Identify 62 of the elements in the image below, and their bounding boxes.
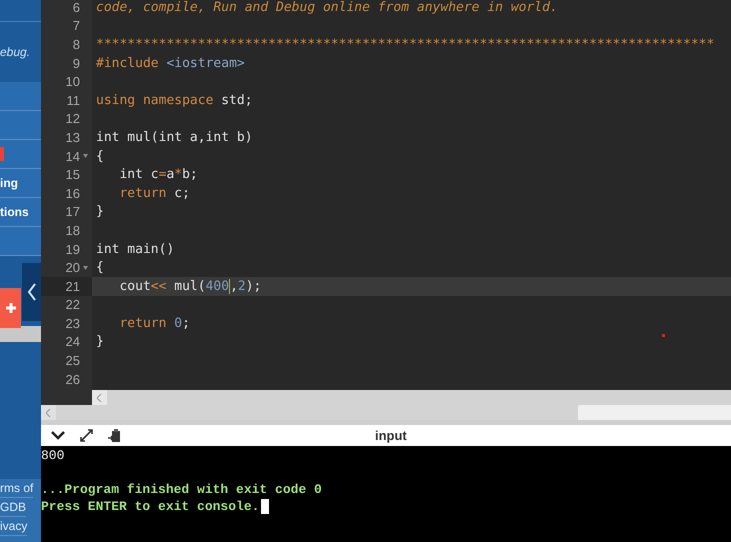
line-number: 17 (66, 204, 80, 220)
code-line: } (96, 334, 104, 350)
footer-link[interactable]: ivacy (0, 517, 28, 536)
sidebar-item[interactable]: tions (0, 203, 29, 221)
code-line: return c; (118, 186, 190, 201)
horizontal-scrollbar[interactable] (41, 405, 731, 420)
sidebar-item[interactable]: ing (0, 174, 18, 192)
code-line: ******************************************************************************* (96, 36, 714, 52)
line-number: 13 (66, 130, 80, 145)
code-line: int main() (96, 242, 174, 257)
code-line: int mul(int a,int b) (96, 130, 253, 145)
plus-icon (4, 302, 16, 314)
expand-icon[interactable] (79, 428, 94, 443)
console-title: input (375, 427, 407, 445)
text-cursor (261, 499, 270, 514)
fold-arrow-icon[interactable] (82, 154, 88, 158)
console-panel[interactable]: 800 ...Program finished with exit code 0 Press ENTER to exit console. (41, 446, 731, 542)
footer-link[interactable]: GDB (0, 498, 26, 517)
line-number: 21 (66, 278, 80, 294)
scrollbar-thumb[interactable] (578, 405, 731, 420)
panel-strip (0, 326, 41, 342)
line-number: 9 (72, 56, 80, 71)
chevron-down-icon[interactable] (51, 431, 65, 440)
chevron-left-icon (46, 408, 51, 416)
line-number: 8 (72, 36, 80, 52)
code-line: { (96, 148, 104, 164)
code-line: cout<< mul(400,2); (118, 278, 262, 294)
code-line: code, compile, Run and Debug online from anywhere in world. (96, 0, 558, 15)
tagline-text: ebug. (0, 44, 30, 61)
line-number: 26 (66, 372, 80, 387)
line-number: 23 (66, 316, 80, 331)
chevron-left-icon (97, 394, 102, 402)
line-number: 11 (66, 92, 80, 108)
line-number: 10 (66, 74, 80, 90)
code-line: return 0; (118, 316, 190, 331)
console-line: 800 (41, 447, 64, 464)
code-line: int c=a*b; (118, 167, 198, 182)
line-number: 18 (66, 222, 80, 238)
fold-arrow-icon[interactable] (82, 266, 88, 270)
line-number: 7 (72, 18, 80, 34)
console-line: ...Program finished with exit code 0 (41, 481, 322, 498)
code-line: using namespace std; (96, 92, 253, 108)
collapse-button[interactable] (22, 263, 41, 321)
line-number: 15 (66, 167, 80, 182)
clipboard-icon[interactable] (108, 428, 122, 443)
line-number: 25 (66, 353, 80, 368)
code-line: } (96, 204, 104, 220)
footer-link[interactable]: rms of (0, 479, 34, 498)
line-number: 6 (72, 0, 80, 15)
line-number: 19 (66, 242, 80, 257)
chevron-left-icon (26, 283, 36, 301)
code-line: { (96, 260, 104, 276)
line-number: 14 (66, 148, 80, 164)
line-number: 22 (66, 297, 80, 312)
console-line: Press ENTER to exit console. (41, 498, 260, 515)
badge-mark (0, 147, 4, 161)
code-line: #include <iostream> (96, 56, 245, 71)
line-number: 24 (66, 334, 80, 350)
horizontal-scrollbar[interactable] (92, 390, 731, 405)
line-number: 12 (66, 111, 80, 126)
line-number: 20 (66, 260, 80, 276)
line-number: 16 (66, 186, 80, 201)
